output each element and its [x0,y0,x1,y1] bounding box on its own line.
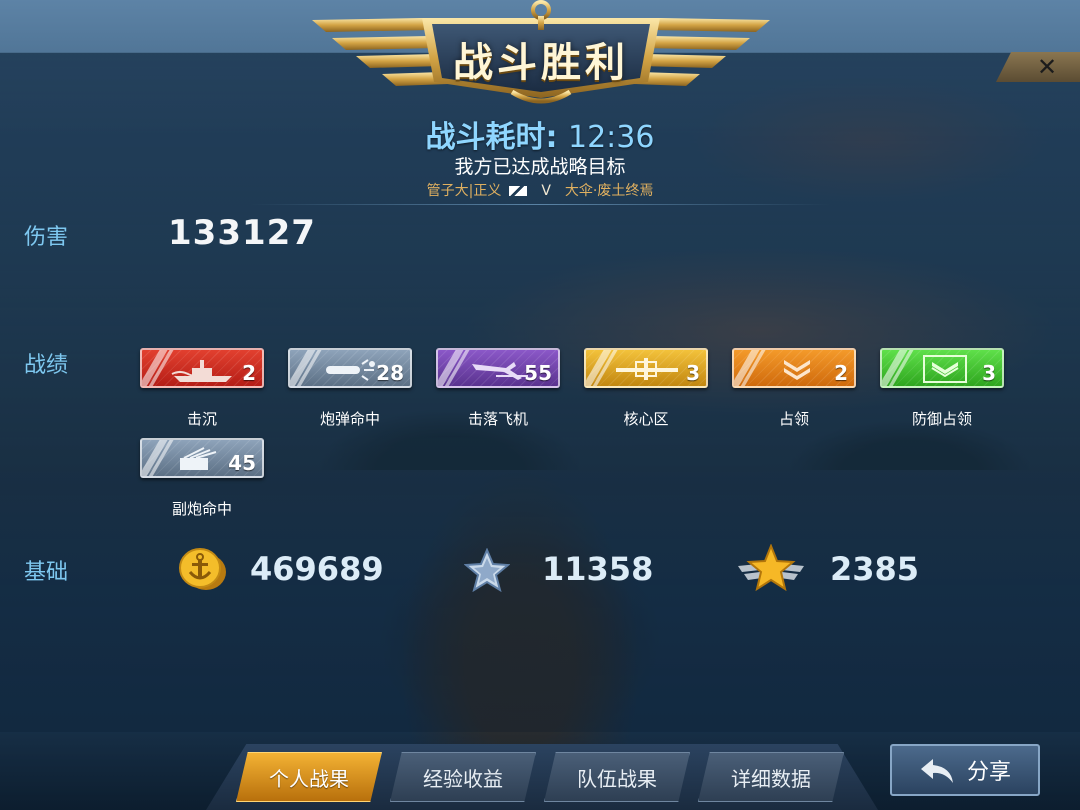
share-label: 分享 [966,760,1011,785]
citadel-icon [616,358,678,380]
badge-label: 占领 [778,410,809,428]
badge-label: 击落飞机 [467,410,528,428]
sunk-ship-icon [171,360,232,382]
rank-points-value: 2385 [830,550,920,588]
badge-count: 3 [982,361,996,385]
badge-sunk[interactable]: 2 [140,348,264,388]
badge-label: 防御占领 [911,410,972,428]
objective-text: 我方已达成战略目标 [454,156,626,178]
duration-value: 12:36 [567,120,655,155]
tab-team-results[interactable]: 队伍战果 [544,752,690,802]
badge-count: 55 [524,361,552,385]
badge-secondary-gun[interactable]: 45 [140,438,264,478]
team-left: 管子大|正义 [426,183,502,199]
badge-count: 28 [376,361,404,385]
coins-value: 469689 [250,550,384,588]
tab-exp-gains[interactable]: 经验收益 [390,752,536,802]
badge-defend-capture[interactable]: 3 [880,348,1004,388]
badge-count: 3 [686,361,700,385]
share-button[interactable]: 分享 [890,744,1040,796]
record-label: 战绩 [24,353,69,378]
teams-line: 管子大|正义 V 大伞·废土终焉 [0,180,1080,200]
share-arrow-icon [920,759,953,783]
divider [250,204,830,205]
badge-plane-shot[interactable]: 55 [436,348,560,388]
badge-label: 核心区 [623,410,669,428]
badge-count: 2 [242,361,256,385]
victory-title: 战斗胜利 [453,40,629,86]
duration-label: 战斗耗时: [425,120,558,155]
tab-personal-results[interactable]: 个人战果 [236,752,382,802]
badge-label: 炮弹命中 [319,410,380,428]
badge-shell-hit[interactable]: 28 [288,348,412,388]
gold-star-wings-icon [738,544,804,592]
damage-label: 伤害 [24,225,69,250]
badge-label: 副炮命中 [171,500,232,518]
battle-duration: 战斗耗时: 12:36 [0,112,1080,156]
badge-label: 击沉 [186,410,217,428]
close-icon: ✕ [1036,53,1058,81]
silver-star-icon [464,548,510,592]
capture-chevron-icon [784,360,810,380]
badge-count: 45 [228,451,256,475]
exp-value: 11358 [542,550,654,588]
damage-value: 133127 [168,213,316,253]
badge-citadel[interactable]: 3 [584,348,708,388]
anchor-coin-icon [179,548,226,590]
vs-label: V [541,183,551,199]
flag-icon [509,186,528,196]
badge-capture[interactable]: 2 [732,348,856,388]
team-right: 大伞·废土终焉 [564,183,654,199]
victory-emblem: 战斗胜利 [312,0,770,108]
defend-capture-icon [923,355,967,383]
badge-count: 2 [834,361,848,385]
tab-detailed-data[interactable]: 详细数据 [698,752,844,802]
base-label: 基础 [24,560,69,585]
